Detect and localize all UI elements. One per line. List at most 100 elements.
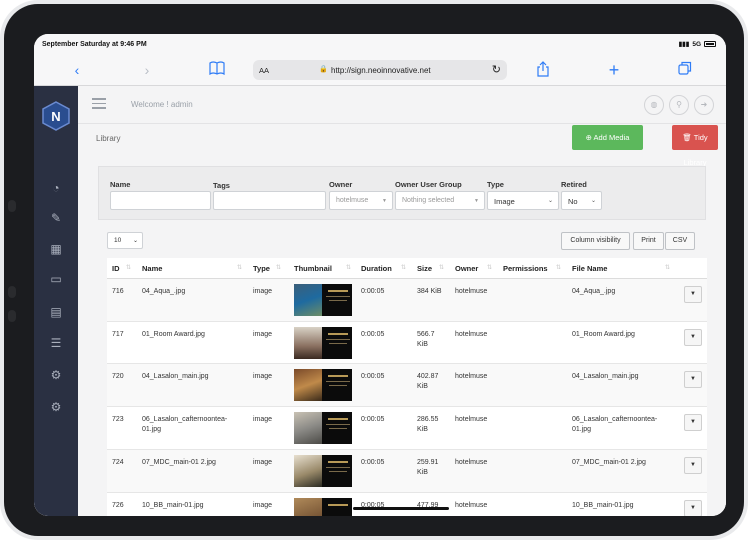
cogs-icon[interactable]: ⚙	[47, 398, 65, 416]
new-tab-icon[interactable]: +	[605, 61, 623, 79]
ipad-frame: September Saturday at 9:46 PM ▮▮▮ 5G ‹ ›…	[0, 0, 748, 540]
owner-filter-select[interactable]: hotelmuse ▼	[329, 191, 393, 210]
column-header-id[interactable]: ID	[112, 258, 120, 278]
thumbnail-image[interactable]	[294, 284, 352, 316]
user-key-icon[interactable]: ⚲	[669, 95, 689, 115]
sort-icon[interactable]: ⇅	[665, 264, 670, 271]
cell-id: 723	[112, 416, 124, 423]
row-actions-dropdown[interactable]: ▼	[684, 371, 702, 388]
side-button	[8, 286, 16, 298]
column-header-file-name[interactable]: File Name	[572, 258, 607, 278]
row-actions-dropdown[interactable]: ▼	[684, 329, 702, 346]
brand-logo[interactable]: N	[42, 101, 70, 131]
svg-text:N: N	[51, 109, 60, 124]
logout-icon[interactable]: ➜	[694, 95, 714, 115]
home-indicator[interactable]	[353, 507, 449, 510]
row-actions-dropdown[interactable]: ▼	[684, 286, 702, 303]
tidy-library-button[interactable]: 🗑 Tidy Library	[672, 125, 718, 167]
notification-bell-icon[interactable]: ◍	[644, 95, 664, 115]
name-filter-label: Name	[110, 180, 131, 189]
share-icon[interactable]	[534, 61, 552, 81]
tags-filter-input[interactable]	[213, 191, 326, 210]
table-row[interactable]: 726 10_BB_main-01.jpg image 0:00:05 477.…	[107, 493, 707, 516]
column-visibility-button[interactable]: Column visibility	[561, 232, 630, 250]
cell-name: 10_BB_main-01.jpg	[142, 502, 204, 509]
tabs-icon[interactable]	[676, 61, 694, 79]
column-header-duration[interactable]: Duration	[361, 258, 392, 278]
thumbnail-image[interactable]	[294, 327, 352, 359]
back-icon[interactable]: ‹	[68, 61, 86, 79]
caret-down-icon: ▼	[474, 198, 479, 204]
reader-aa-button[interactable]: AA	[259, 66, 269, 75]
sort-asc-icon[interactable]: ⇅	[126, 264, 131, 271]
welcome-text: Welcome ! admin	[131, 100, 193, 109]
column-header-size[interactable]: Size	[417, 258, 432, 278]
sort-icon[interactable]: ⇅	[276, 264, 281, 271]
cell-type: image	[253, 288, 273, 295]
tidy-library-label: Tidy Library	[683, 133, 708, 167]
table-row[interactable]: 720 04_Lasalon_main.jpg image 0:00:05 40…	[107, 364, 707, 407]
chevron-down-icon: ⌄	[132, 238, 138, 244]
table-row[interactable]: 724 07_MDC_main-01 2.jpg image 0:00:05 2…	[107, 450, 707, 493]
top-bar: Welcome ! admin ◍ ⚲ ➜	[78, 86, 726, 124]
row-actions-dropdown[interactable]: ▼	[684, 457, 702, 474]
thumbnail-image[interactable]	[294, 498, 352, 516]
lock-icon: 🔒	[319, 66, 328, 73]
cell-type: image	[253, 459, 273, 466]
url-bar[interactable]: AA 🔒 http://sign.neoinnovative.net ↻	[253, 60, 507, 80]
sort-icon[interactable]: ⇅	[401, 264, 406, 271]
cell-name: 04_Lasalon_main.jpg	[142, 373, 209, 380]
row-actions-dropdown[interactable]: ▼	[684, 500, 702, 516]
column-header-type[interactable]: Type	[253, 258, 270, 278]
forward-icon[interactable]: ›	[138, 61, 156, 79]
caret-down-icon: ▼	[382, 198, 387, 204]
sidebar: N ◔ ✎ ▦ ▭ ▤ ☰ ⚙ ⚙	[34, 86, 78, 516]
dashboard-icon[interactable]: ◔	[47, 179, 65, 197]
screen: September Saturday at 9:46 PM ▮▮▮ 5G ‹ ›…	[34, 34, 726, 516]
type-filter-select[interactable]: Image ⌄	[487, 191, 559, 210]
settings-icon[interactable]: ⚙	[47, 366, 65, 384]
list-icon[interactable]: ☰	[47, 334, 65, 352]
sort-icon[interactable]: ⇅	[346, 264, 351, 271]
owner-group-filter-select[interactable]: Nothing selected ▼	[395, 191, 485, 210]
name-filter-input[interactable]	[110, 191, 211, 210]
page-length-select[interactable]: 10 ⌄	[107, 232, 143, 249]
edit-icon[interactable]: ✎	[47, 209, 65, 227]
csv-button[interactable]: CSV	[665, 232, 695, 250]
sort-icon[interactable]: ⇅	[439, 264, 444, 271]
add-media-button[interactable]: ⊕ Add Media	[572, 125, 643, 150]
display-icon[interactable]: ▭	[47, 270, 65, 288]
reload-icon[interactable]: ↻	[492, 63, 501, 76]
column-header-owner[interactable]: Owner	[455, 258, 478, 278]
thumbnail-image[interactable]	[294, 369, 352, 401]
table-row[interactable]: 723 06_Lasalon_cafternoontea-01.jpg imag…	[107, 407, 707, 450]
cell-file-name: 04_Aqua_.jpg	[572, 288, 616, 295]
web-app: N ◔ ✎ ▦ ▭ ▤ ☰ ⚙ ⚙ Welcome ! admin ◍ ⚲ ➜	[34, 86, 726, 516]
type-filter-label: Type	[487, 180, 504, 189]
sort-icon[interactable]: ⇅	[556, 264, 561, 271]
owner-filter-label: Owner	[329, 180, 353, 189]
thumbnail-image[interactable]	[294, 455, 352, 487]
column-header-permissions[interactable]: Permissions	[503, 258, 548, 278]
column-header-name[interactable]: Name	[142, 258, 162, 278]
cell-id: 717	[112, 331, 124, 338]
table-row[interactable]: 717 01_Room Award.jpg image 0:00:05 566.…	[107, 322, 707, 364]
print-button[interactable]: Print	[633, 232, 664, 250]
row-actions-dropdown[interactable]: ▼	[684, 414, 702, 431]
sort-icon[interactable]: ⇅	[487, 264, 492, 271]
retired-filter-select[interactable]: No ⌄	[561, 191, 602, 210]
sort-icon[interactable]: ⇅	[237, 264, 242, 271]
cell-id: 720	[112, 373, 124, 380]
calendar-icon[interactable]: ▤	[47, 303, 65, 321]
film-icon[interactable]: ▦	[47, 240, 65, 258]
menu-toggle-icon[interactable]	[92, 98, 106, 109]
cell-name: 06_Lasalon_cafternoontea-01.jpg	[142, 416, 228, 433]
url-text: http://sign.neoinnovative.net	[331, 66, 431, 75]
ipad-bezel: September Saturday at 9:46 PM ▮▮▮ 5G ‹ ›…	[4, 4, 744, 536]
table-row[interactable]: 716 04_Aqua_.jpg image 0:00:05 384 KiB h…	[107, 279, 707, 322]
column-header-thumbnail[interactable]: Thumbnail	[294, 258, 332, 278]
cell-size: 402.87 KiB	[417, 373, 439, 390]
bookmarks-icon[interactable]	[208, 61, 226, 79]
thumbnail-image[interactable]	[294, 412, 352, 444]
signal-icon: ▮▮▮	[678, 41, 690, 48]
